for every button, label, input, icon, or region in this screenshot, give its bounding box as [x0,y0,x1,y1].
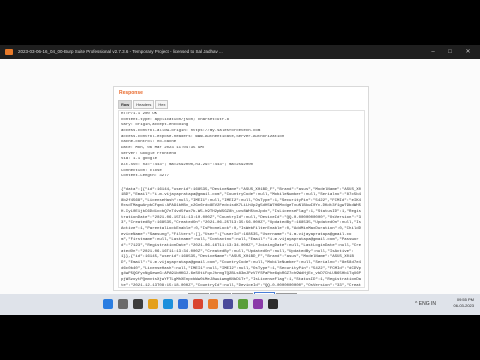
dialog-title: Response [119,90,143,96]
search-icon[interactable] [118,299,128,309]
desktop-screen: 2023-03-06-16_04_00-Burp Suite Professio… [0,45,480,315]
window-title: 2023-03-06-16_04_00-Burp Suite Professio… [18,49,223,54]
clock[interactable]: 09:55 PM 06-03-2023 [454,297,474,309]
minimize-button[interactable]: – [426,45,440,59]
chrome-icon[interactable] [193,299,203,309]
store-icon[interactable] [178,299,188,309]
maximize-button[interactable]: □ [443,45,457,59]
task-view-icon[interactable] [133,299,143,309]
close-button[interactable]: ✕ [461,45,475,59]
burp-taskbar-icon[interactable] [208,299,218,309]
app-icon[interactable] [253,299,263,309]
tray-icons[interactable]: ^ ENG IN [415,301,436,307]
response-content[interactable]: HTTP/1.1 200 OK content-type: applicatio… [118,110,365,288]
app-icon[interactable] [268,299,278,309]
edge-icon[interactable] [163,299,173,309]
tab-hex[interactable]: Hex [155,100,169,109]
tab-headers[interactable]: Headers [133,100,155,109]
tab-raw[interactable]: Raw [118,100,133,109]
taskbar: ^ ENG IN 09:55 PM 06-03-2023 [0,294,480,315]
response-dialog: Response Raw Headers Hex HTTP/1.1 200 OK c… [113,86,369,291]
burp-app-icon [5,49,13,55]
start-icon[interactable] [103,299,113,309]
window-titlebar: 2023-03-06-16_04_00-Burp Suite Professio… [0,45,480,59]
response-body-json: {"data":[{"id":16144,"userid":168535,"De… [121,187,362,288]
clock-date: 06-03-2023 [453,303,474,308]
response-tabs: Raw Headers Hex [118,100,169,109]
app-icon[interactable] [223,299,233,309]
app-icon[interactable] [238,299,248,309]
file-explorer-icon[interactable] [148,299,158,309]
workarea: Response Raw Headers Hex HTTP/1.1 200 OK c… [0,59,480,306]
